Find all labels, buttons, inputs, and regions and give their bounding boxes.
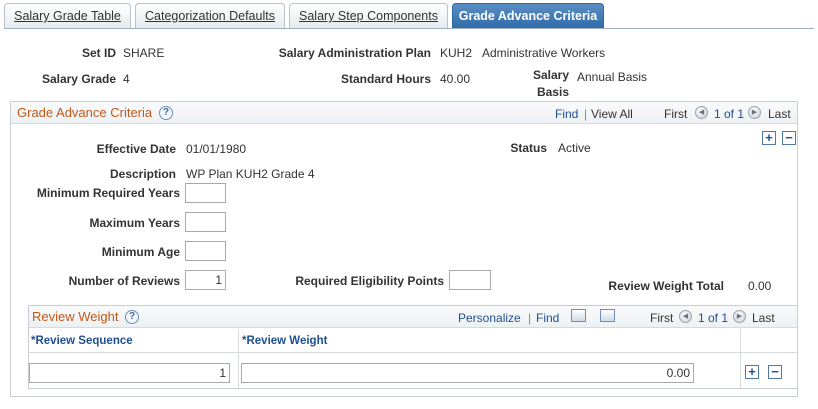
review-weight-title: Review Weight bbox=[32, 309, 119, 324]
description-label: Description bbox=[109, 167, 176, 181]
tab-label: Salary Step Components bbox=[299, 9, 438, 23]
salary-basis-value: Annual Basis bbox=[577, 70, 648, 84]
next-row-icon[interactable]: ▶ bbox=[733, 310, 746, 323]
review-weight-column-header[interactable]: *Review Weight bbox=[242, 335, 327, 347]
status-label: Status bbox=[510, 141, 547, 155]
review-weight-input[interactable] bbox=[241, 363, 694, 383]
setid-label: Set ID bbox=[81, 46, 116, 60]
salary-basis-label-line2: Basis bbox=[536, 85, 569, 99]
effective-date-label: Effective Date bbox=[96, 142, 176, 156]
row-counter: 1 of 1 bbox=[698, 311, 729, 325]
grid-header-row: *Review Sequence *Review Weight bbox=[29, 329, 797, 353]
review-weight-total-label: Review Weight Total bbox=[608, 279, 724, 293]
view-all-grid-icon[interactable] bbox=[571, 309, 586, 322]
prev-row-icon[interactable]: ◀ bbox=[679, 310, 692, 323]
first-label: First bbox=[650, 311, 674, 325]
separator: | bbox=[528, 311, 532, 325]
min-age-input[interactable] bbox=[185, 241, 226, 261]
prev-row-icon[interactable]: ◀ bbox=[695, 106, 708, 119]
review-weight-header: Review Weight ? Personalize | Find First… bbox=[29, 306, 797, 328]
first-label: First bbox=[664, 107, 688, 121]
min-required-years-label: Minimum Required Years bbox=[36, 186, 180, 200]
req-elig-points-label: Required Eligibility Points bbox=[295, 274, 444, 288]
delete-row-icon[interactable]: − bbox=[782, 131, 796, 145]
num-reviews-input[interactable] bbox=[185, 270, 226, 290]
num-reviews-label: Number of Reviews bbox=[68, 274, 180, 288]
grade-advance-criteria-group: Grade Advance Criteria ? Find | View All… bbox=[10, 101, 798, 397]
review-sequence-input[interactable] bbox=[29, 363, 230, 383]
find-link[interactable]: Find bbox=[536, 311, 559, 325]
grade-advance-criteria-title: Grade Advance Criteria bbox=[17, 105, 153, 120]
tab-salary-step-components[interactable]: Salary Step Components bbox=[289, 3, 448, 29]
tab-label: Categorization Defaults bbox=[145, 9, 275, 23]
add-row-icon[interactable]: + bbox=[762, 131, 776, 145]
find-link[interactable]: Find bbox=[555, 107, 578, 121]
salary-grade-value: 4 bbox=[123, 72, 130, 86]
tab-salary-grade-table[interactable]: Salary Grade Table bbox=[4, 3, 131, 29]
salary-grade-label: Salary Grade bbox=[41, 72, 116, 86]
effective-date-value: 01/01/1980 bbox=[186, 142, 247, 156]
column-divider bbox=[740, 329, 741, 388]
help-icon[interactable]: ? bbox=[125, 310, 139, 324]
sal-admin-plan-label: Salary Administration Plan bbox=[278, 46, 431, 60]
max-years-input[interactable] bbox=[185, 212, 226, 232]
column-divider bbox=[238, 329, 239, 388]
delete-row-icon[interactable]: − bbox=[768, 365, 782, 379]
description-value: WP Plan KUH2 Grade 4 bbox=[186, 167, 315, 181]
sal-admin-plan-desc: Administrative Workers bbox=[482, 46, 606, 60]
review-weight-grid: Review Weight ? Personalize | Find First… bbox=[28, 305, 798, 389]
req-elig-points-input[interactable] bbox=[449, 270, 491, 290]
min-age-label: Minimum Age bbox=[101, 245, 180, 259]
tab-label: Salary Grade Table bbox=[14, 9, 121, 23]
status-value: Active bbox=[558, 141, 591, 155]
min-required-years-input[interactable] bbox=[185, 183, 226, 203]
sal-admin-plan-code: KUH2 bbox=[440, 46, 473, 60]
review-weight-total-value: 0.00 bbox=[748, 279, 772, 293]
personalize-link[interactable]: Personalize bbox=[458, 311, 521, 325]
tab-underline bbox=[4, 28, 814, 29]
last-label: Last bbox=[768, 107, 791, 121]
grade-advance-criteria-header: Grade Advance Criteria ? Find | View All… bbox=[11, 102, 797, 124]
std-hours-value: 40.00 bbox=[440, 72, 471, 86]
tab-grade-advance-criteria[interactable]: Grade Advance Criteria bbox=[452, 3, 604, 29]
next-row-icon[interactable]: ▶ bbox=[748, 106, 761, 119]
max-years-label: Maximum Years bbox=[89, 216, 181, 230]
tab-categorization-defaults[interactable]: Categorization Defaults bbox=[135, 3, 285, 29]
tab-label: Grade Advance Criteria bbox=[458, 9, 598, 23]
view-all-link[interactable]: View All bbox=[591, 107, 633, 121]
salary-basis-label-line1: Salary bbox=[532, 68, 569, 82]
add-row-icon[interactable]: + bbox=[745, 365, 759, 379]
std-hours-label: Standard Hours bbox=[340, 72, 431, 86]
row-counter: 1 of 1 bbox=[714, 107, 745, 121]
separator: | bbox=[584, 107, 588, 121]
setid-value: SHARE bbox=[123, 46, 165, 60]
last-label: Last bbox=[752, 311, 775, 325]
help-icon[interactable]: ? bbox=[159, 106, 173, 120]
download-excel-icon[interactable] bbox=[600, 309, 615, 322]
review-sequence-column-header[interactable]: *Review Sequence bbox=[31, 335, 133, 347]
